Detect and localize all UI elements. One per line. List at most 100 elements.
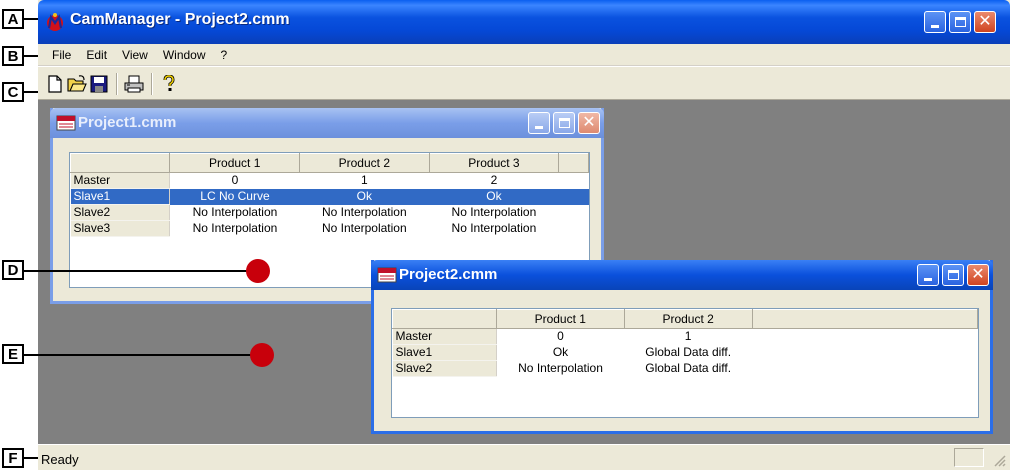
grid-table: Product 1 Product 2 Master 0 1 Slave1 Ok…	[392, 309, 979, 377]
corner-header	[69, 153, 171, 173]
cammanager-logo-icon	[47, 13, 63, 31]
grid-cell[interactable]: No Interpolation	[300, 205, 430, 221]
row-header[interactable]: Master	[70, 172, 171, 189]
data-grid[interactable]: Product 1 Product 2 Master 0 1 Slave1 Ok…	[391, 308, 979, 418]
minimize-icon	[931, 25, 939, 28]
close-icon: ✕	[978, 13, 992, 30]
callout-line	[24, 270, 258, 272]
table-row[interactable]: Master 0 1 2	[70, 172, 589, 189]
callout-a: A	[2, 9, 24, 29]
grid-cell[interactable]: Ok	[299, 188, 430, 205]
row-header[interactable]: Slave3	[70, 220, 171, 237]
table-row[interactable]: Slave1 Ok Global Data diff.	[392, 344, 978, 361]
callout-e: E	[2, 344, 24, 364]
header-row: Product 1 Product 2 Product 3	[69, 153, 589, 173]
grid-filler	[752, 361, 977, 377]
row-header[interactable]: Slave1	[392, 344, 497, 361]
open-button[interactable]	[67, 74, 87, 94]
row-header[interactable]: Master	[392, 328, 497, 345]
title-bar[interactable]: CamManager - Project2.cmm ✕	[38, 0, 1010, 44]
child-window-project2[interactable]: Project2.cmm ✕ Product 1 Product 2 Maste…	[371, 260, 993, 434]
child-title-bar[interactable]: Project2.cmm ✕	[371, 260, 993, 290]
grid-cell[interactable]: LC No Curve	[169, 188, 300, 205]
toolbar-separator	[151, 73, 153, 95]
grid-filler	[752, 329, 977, 345]
table-row[interactable]: Slave2 No Interpolation Global Data diff…	[392, 360, 978, 377]
window-title: CamManager - Project2.cmm	[70, 11, 290, 28]
maximize-button[interactable]	[942, 264, 964, 286]
close-icon: ✕	[971, 266, 985, 283]
save-disk-icon	[90, 75, 108, 93]
grid-cell[interactable]: No Interpolation	[300, 221, 430, 237]
menu-help[interactable]: ?	[221, 48, 228, 62]
callout-c: C	[2, 82, 24, 102]
table-row[interactable]: Slave2 No Interpolation No Interpolation…	[70, 204, 589, 221]
mdi-workspace[interactable]: Project1.cmm ✕ Product 1 Product 2 Produ…	[38, 100, 1010, 444]
callout-marker-d	[246, 259, 270, 283]
child-title-bar[interactable]: Project1.cmm ✕	[50, 108, 604, 138]
column-header[interactable]: Product 2	[623, 309, 753, 329]
minimize-button[interactable]	[924, 11, 946, 33]
maximize-button[interactable]	[949, 11, 971, 33]
close-button[interactable]: ✕	[578, 112, 600, 134]
callout-line	[24, 354, 258, 356]
help-button[interactable]	[159, 74, 179, 94]
close-button[interactable]: ✕	[967, 264, 989, 286]
callout-f: F	[2, 448, 24, 468]
row-header[interactable]: Slave2	[70, 204, 171, 221]
callout-line	[24, 55, 38, 57]
callout-line	[24, 91, 38, 93]
table-row[interactable]: Slave3 No Interpolation No Interpolation…	[70, 220, 589, 237]
new-button[interactable]	[45, 74, 65, 94]
maximize-icon	[954, 17, 966, 27]
grid-cell[interactable]: No Interpolation	[170, 221, 300, 237]
column-header[interactable]: Product 3	[428, 153, 560, 173]
grid-cell[interactable]: No Interpolation	[429, 205, 559, 221]
print-icon	[124, 75, 144, 93]
child-window-title: Project2.cmm	[399, 266, 498, 283]
status-bar: Ready	[38, 444, 1010, 470]
menu-file[interactable]: File	[52, 48, 71, 62]
main-window: CamManager - Project2.cmm ✕ File Edit Vi…	[38, 0, 1010, 470]
grid-filler	[559, 221, 589, 237]
menu-window[interactable]: Window	[163, 48, 206, 62]
row-header[interactable]: Slave2	[392, 360, 497, 377]
print-button[interactable]	[124, 74, 144, 94]
grid-cell[interactable]: Ok	[429, 188, 559, 205]
row-header[interactable]: Slave1	[70, 188, 171, 205]
cmm-document-icon	[56, 115, 76, 131]
grid-cell[interactable]: No Interpolation	[429, 221, 559, 237]
column-header[interactable]: Product 1	[495, 309, 625, 329]
column-header[interactable]: Product 1	[169, 153, 301, 173]
grid-cell[interactable]: No Interpolation	[496, 361, 624, 377]
open-folder-icon	[67, 75, 87, 92]
resize-grip-icon[interactable]	[992, 453, 1006, 467]
minimize-button[interactable]	[917, 264, 939, 286]
new-document-icon	[48, 75, 62, 93]
maximize-button[interactable]	[553, 112, 575, 134]
menu-view[interactable]: View	[122, 48, 148, 62]
grid-cell[interactable]: 0	[496, 329, 624, 345]
grid-cell[interactable]: 0	[170, 173, 300, 189]
minimize-icon	[924, 278, 932, 281]
grid-filler	[752, 345, 977, 361]
child-window-title: Project1.cmm	[78, 114, 177, 131]
status-panel	[954, 448, 984, 467]
grid-cell[interactable]: 1	[624, 329, 752, 345]
minimize-button[interactable]	[528, 112, 550, 134]
menu-edit[interactable]: Edit	[86, 48, 107, 62]
grid-cell[interactable]: Global Data diff.	[624, 361, 752, 377]
grid-cell[interactable]: No Interpolation	[170, 205, 300, 221]
grid-cell[interactable]: 2	[429, 173, 559, 189]
column-header[interactable]: Product 2	[299, 153, 430, 173]
grid-cell[interactable]: Ok	[496, 345, 624, 361]
callout-d: D	[2, 260, 24, 280]
table-row[interactable]: Master 0 1	[392, 328, 978, 345]
table-row-selected[interactable]: Slave1 LC No Curve Ok Ok	[70, 188, 589, 205]
grid-cell[interactable]: 1	[300, 173, 430, 189]
save-button[interactable]	[89, 74, 109, 94]
grid-cell[interactable]: Global Data diff.	[624, 345, 752, 361]
help-question-icon	[163, 75, 175, 91]
close-button[interactable]: ✕	[974, 11, 996, 33]
minimize-icon	[535, 126, 543, 129]
